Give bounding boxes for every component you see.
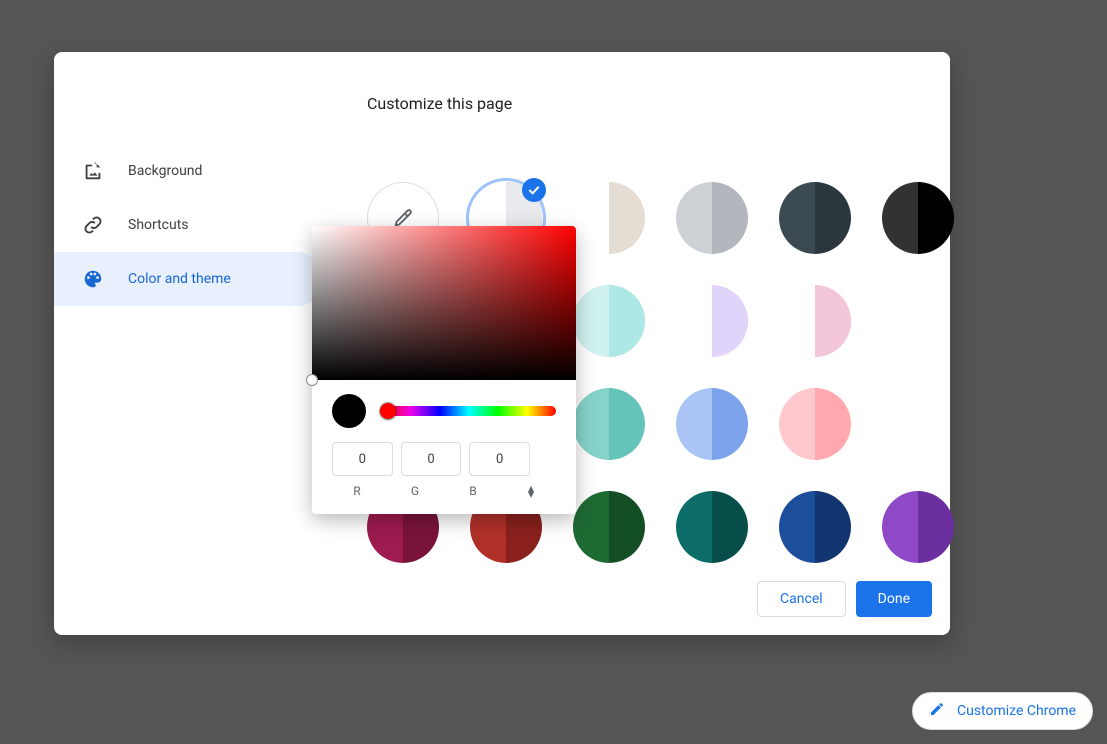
theme-swatch[interactable] — [676, 388, 748, 460]
palette-icon — [82, 268, 104, 290]
red-input[interactable] — [332, 442, 393, 476]
theme-swatch[interactable] — [676, 491, 748, 563]
label-r: R — [332, 484, 382, 498]
theme-swatch[interactable] — [573, 491, 645, 563]
hue-thumb[interactable] — [380, 403, 396, 419]
label-g: G — [390, 484, 440, 498]
dialog-sidebar: Background Shortcuts Color and theme — [54, 144, 324, 306]
color-picker-popover: R G B ▴▾ — [312, 226, 576, 514]
theme-swatch[interactable] — [779, 285, 851, 357]
dialog-title: Customize this page — [367, 94, 512, 113]
cancel-button[interactable]: Cancel — [757, 581, 846, 617]
saturation-value-area[interactable] — [312, 226, 576, 380]
theme-swatch[interactable] — [779, 491, 851, 563]
pencil-icon — [929, 701, 945, 721]
theme-swatch[interactable] — [573, 388, 645, 460]
theme-swatch[interactable] — [882, 491, 954, 563]
sidebar-item-background[interactable]: Background — [54, 144, 324, 198]
blue-input[interactable] — [469, 442, 530, 476]
sidebar-item-label: Shortcuts — [128, 217, 189, 233]
theme-swatch[interactable] — [676, 285, 748, 357]
chip-label: Customize Chrome — [957, 703, 1076, 719]
green-input[interactable] — [401, 442, 462, 476]
customize-chrome-chip[interactable]: Customize Chrome — [912, 692, 1093, 730]
link-icon — [82, 214, 104, 236]
image-icon — [82, 160, 104, 182]
selected-check-icon — [522, 178, 546, 202]
color-preview-swatch — [332, 394, 366, 428]
hue-slider[interactable] — [382, 406, 556, 416]
theme-swatch[interactable] — [573, 285, 645, 357]
sidebar-item-color-theme[interactable]: Color and theme — [54, 252, 324, 306]
theme-swatch[interactable] — [779, 182, 851, 254]
sidebar-item-shortcuts[interactable]: Shortcuts — [54, 198, 324, 252]
theme-swatch[interactable] — [779, 388, 851, 460]
theme-swatch[interactable] — [676, 182, 748, 254]
sidebar-item-label: Background — [128, 163, 202, 179]
label-b: B — [448, 484, 498, 498]
sidebar-item-label: Color and theme — [128, 271, 231, 287]
theme-swatch[interactable] — [882, 182, 954, 254]
theme-swatch[interactable] — [573, 182, 645, 254]
dialog-footer: Cancel Done — [757, 581, 932, 617]
sv-thumb[interactable] — [306, 374, 318, 386]
color-mode-toggle[interactable]: ▴▾ — [506, 485, 556, 497]
done-button[interactable]: Done — [856, 581, 932, 617]
